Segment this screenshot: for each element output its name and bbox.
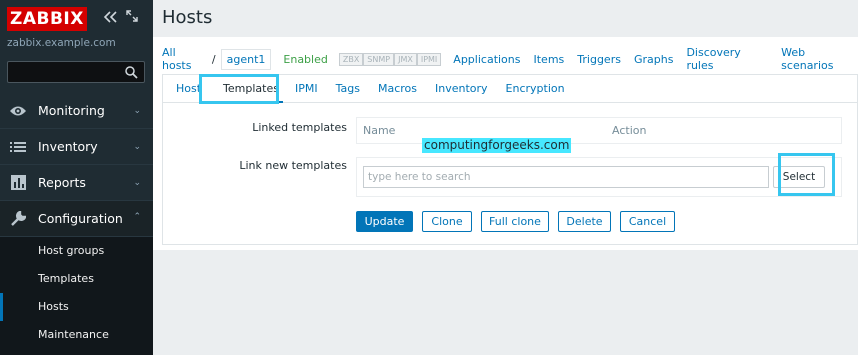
link-graphs[interactable]: Graphs bbox=[634, 53, 673, 66]
menu-label-configuration: Configuration bbox=[38, 211, 123, 226]
breadcrumb-separator: / bbox=[211, 52, 216, 66]
bar-chart-icon bbox=[9, 174, 27, 192]
tab-macros[interactable]: Macros bbox=[374, 75, 421, 103]
menu-item-inventory[interactable]: Inventory ⌄ bbox=[0, 129, 153, 165]
watermark: computingforgeeks.com bbox=[422, 138, 572, 153]
link-triggers[interactable]: Triggers bbox=[577, 53, 621, 66]
chevron-down-icon: ⌄ bbox=[133, 142, 141, 152]
kiosk-mode-icon[interactable] bbox=[126, 10, 138, 22]
link-applications[interactable]: Applications bbox=[453, 53, 520, 66]
delete-button[interactable]: Delete bbox=[558, 211, 611, 232]
link-web-scenarios[interactable]: Web scenarios bbox=[781, 46, 858, 72]
breadcrumb-current-host[interactable]: agent1 bbox=[220, 48, 272, 70]
ipmi-badge: IPMI bbox=[416, 52, 442, 66]
sidebar: ZABBIX zabbix.example.com Monitoring ⌄ I… bbox=[0, 0, 153, 355]
tab-ipmi[interactable]: IPMI bbox=[291, 75, 322, 103]
tab-tags[interactable]: Tags bbox=[332, 75, 364, 103]
server-name: zabbix.example.com bbox=[7, 37, 116, 49]
jmx-badge: JMX bbox=[394, 52, 417, 66]
chevron-down-icon: ⌄ bbox=[133, 106, 141, 116]
search-icon[interactable] bbox=[125, 66, 138, 79]
breadcrumb-all-hosts[interactable]: All hosts bbox=[162, 46, 207, 72]
page-title: Hosts bbox=[162, 7, 213, 28]
menu-item-monitoring[interactable]: Monitoring ⌄ bbox=[0, 93, 153, 129]
highlight-box-select bbox=[778, 153, 835, 196]
status-badge[interactable]: Enabled bbox=[283, 53, 327, 66]
link-new-templates-label: Link new templates bbox=[239, 159, 347, 172]
link-items[interactable]: Items bbox=[534, 53, 565, 66]
menu-item-configuration[interactable]: Configuration ⌃ bbox=[0, 201, 153, 237]
wrench-icon bbox=[9, 210, 27, 228]
column-header-action: Action bbox=[612, 124, 647, 137]
menu-label-monitoring: Monitoring bbox=[38, 103, 105, 118]
snmp-badge: SNMP bbox=[363, 52, 395, 66]
full-clone-button[interactable]: Full clone bbox=[481, 211, 549, 232]
zabbix-logo[interactable]: ZABBIX bbox=[7, 7, 87, 31]
linked-templates-label: Linked templates bbox=[252, 121, 347, 134]
submenu-item-maintenance[interactable]: Maintenance bbox=[0, 321, 153, 349]
cancel-button[interactable]: Cancel bbox=[620, 211, 675, 232]
update-button[interactable]: Update bbox=[356, 211, 413, 232]
eye-icon bbox=[9, 102, 27, 120]
submenu-item-templates[interactable]: Templates bbox=[0, 265, 153, 293]
highlight-box-templates bbox=[199, 74, 279, 104]
chevron-up-icon: ⌃ bbox=[133, 212, 141, 222]
link-discovery-rules[interactable]: Discovery rules bbox=[686, 46, 768, 72]
submenu-item-hosts[interactable]: Hosts bbox=[0, 293, 153, 321]
tab-inventory[interactable]: Inventory bbox=[431, 75, 492, 103]
menu-label-inventory: Inventory bbox=[38, 139, 98, 154]
breadcrumb: All hosts / agent1 Enabled ZBX SNMP JMX … bbox=[162, 45, 858, 73]
column-header-name: Name bbox=[363, 124, 396, 137]
configuration-submenu: Host groups Templates Hosts Maintenance bbox=[0, 237, 153, 355]
menu-label-reports: Reports bbox=[38, 175, 86, 190]
chevron-down-icon: ⌄ bbox=[133, 178, 141, 188]
list-icon bbox=[9, 138, 27, 156]
zbx-badge: ZBX bbox=[338, 52, 364, 66]
menu-item-reports[interactable]: Reports ⌄ bbox=[0, 165, 153, 201]
sidebar-search-input[interactable] bbox=[7, 61, 145, 83]
tab-encryption[interactable]: Encryption bbox=[502, 75, 569, 103]
collapse-sidebar-icon[interactable] bbox=[103, 10, 119, 24]
submenu-item-host-groups[interactable]: Host groups bbox=[0, 237, 153, 265]
clone-button[interactable]: Clone bbox=[422, 211, 472, 232]
availability-badges: ZBX SNMP JMX IPMI bbox=[338, 52, 442, 66]
template-search-input[interactable]: type here to search bbox=[363, 166, 769, 188]
